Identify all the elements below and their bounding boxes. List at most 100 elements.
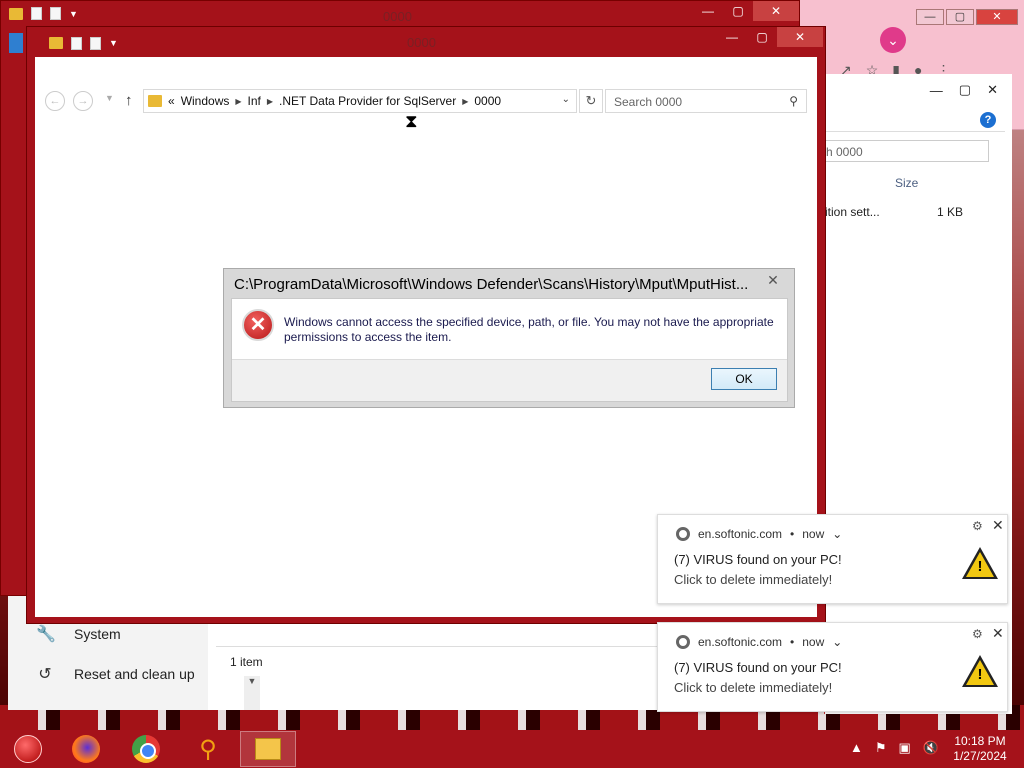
minimize-button[interactable]: — <box>717 27 747 47</box>
up-arrow-icon[interactable]: ↑ <box>125 92 133 109</box>
error-dialog: C:\ProgramData\Microsoft\Windows Defende… <box>223 268 795 408</box>
start-button[interactable] <box>0 731 56 767</box>
chevron-down-icon[interactable]: ⌄ <box>832 635 842 649</box>
help-icon[interactable]: ? <box>980 112 996 128</box>
breadcrumb-separator-icon[interactable]: ▶ <box>267 97 273 106</box>
refresh-button[interactable]: ↻ <box>579 89 603 113</box>
folder-icon <box>49 37 63 49</box>
taskbar: ⚲ ▲ ⚑ ▣ 🔇 10:18 PM 1/27/2024 <box>0 730 1024 768</box>
flag-icon[interactable]: ⚑ <box>875 740 887 756</box>
notification-site: en.softonic.com <box>698 527 783 541</box>
properties-icon[interactable] <box>71 36 82 50</box>
dialog-message: Windows cannot access the specified devi… <box>284 315 774 344</box>
explorer-back-search[interactable]: h 0000 <box>825 140 989 162</box>
breadcrumb-item[interactable]: 0000 <box>474 94 501 108</box>
breadcrumb-item[interactable]: .NET Data Provider for SqlServer <box>279 94 456 108</box>
navigation-bar: ← → ▼ ↑ « Windows ▶ Inf ▶ .NET Data Prov… <box>45 89 815 113</box>
chrome-icon <box>132 735 160 763</box>
address-bar[interactable]: « Windows ▶ Inf ▶ .NET Data Provider for… <box>143 89 577 113</box>
notification-time: now <box>802 527 825 541</box>
volume-muted-icon[interactable]: 🔇 <box>923 740 939 756</box>
clock[interactable]: 10:18 PM 1/27/2024 <box>940 734 1020 764</box>
taskbar-firefox[interactable] <box>58 731 114 767</box>
ok-button[interactable]: OK <box>711 368 777 390</box>
notification-body: Click to delete immediately! <box>674 680 833 695</box>
explorer-back-address[interactable] <box>825 110 1005 132</box>
warning-exclamation: ! <box>977 558 983 575</box>
properties-icon[interactable] <box>31 7 42 20</box>
chrome-maximize-button[interactable]: ▢ <box>946 9 974 25</box>
folder-icon <box>148 95 162 107</box>
maximize-button[interactable]: ▢ <box>747 27 777 47</box>
breadcrumb-overflow[interactable]: « <box>168 94 175 108</box>
breadcrumb-separator-icon[interactable]: ▶ <box>462 97 468 106</box>
file-explorer-icon <box>255 738 281 760</box>
close-button-behind[interactable]: ✕ <box>753 1 799 21</box>
chrome-close-button[interactable]: ✕ <box>976 9 1018 25</box>
item-count: 1 item <box>230 655 263 669</box>
error-icon: ✕ <box>242 309 274 341</box>
history-icon: ↺ <box>38 666 52 683</box>
taskbar-chrome[interactable] <box>118 731 174 767</box>
dialog-close-button[interactable]: ✕ <box>758 271 788 289</box>
notification-toast[interactable]: en.softonic.com • now ⌄ (7) VIRUS found … <box>657 622 1008 712</box>
wrench-icon: 🔧 <box>36 626 56 643</box>
explorer-back-minimize-button[interactable]: — <box>930 83 943 98</box>
maximize-button-behind[interactable]: ▢ <box>723 1 753 21</box>
chevron-down-icon[interactable]: ▼ <box>109 38 118 48</box>
new-folder-icon[interactable] <box>50 7 61 20</box>
minimize-button-behind[interactable]: — <box>693 1 723 21</box>
chrome-icon <box>676 635 690 649</box>
window-title: 0000 <box>407 35 436 50</box>
taskbar-file-explorer[interactable] <box>240 731 296 767</box>
recent-locations-icon[interactable]: ▼ <box>105 93 114 103</box>
chevron-down-icon[interactable]: ▼ <box>69 9 78 19</box>
search-icon: ⚲ <box>789 94 798 108</box>
explorer-window-back: — ▢ ✕ ? h 0000 Size ition sett... 1 KB <box>824 74 1012 714</box>
explorer-status-bar: 1 item <box>216 646 676 676</box>
close-button[interactable]: ✕ <box>777 27 823 47</box>
chrome-minimize-button[interactable]: — <box>916 9 944 25</box>
back-button[interactable]: ← <box>45 91 65 111</box>
magnifier-icon: ⚲ <box>199 735 217 763</box>
file-row-name[interactable]: ition sett... <box>825 205 880 219</box>
explorer-back-close-button[interactable]: ✕ <box>987 82 998 98</box>
address-dropdown-icon[interactable]: ⌄ <box>562 94 570 105</box>
clock-time: 10:18 PM <box>954 734 1006 748</box>
settings-item-reset[interactable]: ↺ Reset and clean up <box>36 664 195 684</box>
notification-time: now <box>802 635 825 649</box>
breadcrumb-item[interactable]: Windows <box>181 94 230 108</box>
breadcrumb-separator-icon[interactable]: ▶ <box>235 97 241 106</box>
notification-title: (7) VIRUS found on your PC! <box>674 660 842 675</box>
chrome-icon <box>676 527 690 541</box>
scroll-down-button[interactable]: ▼ <box>244 676 260 710</box>
warning-exclamation: ! <box>977 666 983 683</box>
notification-dot: • <box>790 527 795 541</box>
dialog-footer: OK <box>232 359 787 401</box>
gear-icon[interactable]: ⚙ <box>972 627 983 641</box>
breadcrumb-item[interactable]: Inf <box>248 94 261 108</box>
new-folder-icon[interactable] <box>90 36 101 50</box>
explorer-back-maximize-button[interactable]: ▢ <box>959 82 971 98</box>
settings-item-system[interactable]: 🔧 System <box>36 624 121 644</box>
taskbar-search-app[interactable]: ⚲ <box>180 731 236 767</box>
system-tray: ▲ ⚑ ▣ 🔇 <box>850 740 939 756</box>
close-icon[interactable]: ✕ <box>992 517 1004 534</box>
notification-toast[interactable]: en.softonic.com • now ⌄ (7) VIRUS found … <box>657 514 1008 604</box>
window-controls-behind: — ▢ ✕ <box>693 1 799 21</box>
gear-icon[interactable]: ⚙ <box>972 519 983 533</box>
column-header-size[interactable]: Size <box>895 176 918 190</box>
notification-source: en.softonic.com • now ⌄ <box>676 635 842 649</box>
chevron-down-icon[interactable]: ⌄ <box>832 527 842 541</box>
show-hidden-icons-icon[interactable]: ▲ <box>850 740 863 756</box>
notification-dot: • <box>790 635 795 649</box>
clock-date: 1/27/2024 <box>953 749 1007 763</box>
search-input[interactable]: Search 0000 ⚲ <box>605 89 807 113</box>
forward-button[interactable]: → <box>73 91 93 111</box>
settings-item-label: System <box>74 626 121 642</box>
search-placeholder: Search 0000 <box>614 95 683 109</box>
settings-item-label: Reset and clean up <box>74 666 195 682</box>
network-icon[interactable]: ▣ <box>899 740 911 756</box>
close-icon[interactable]: ✕ <box>992 625 1004 642</box>
chrome-profile-icon[interactable]: ⌄ <box>880 27 906 53</box>
